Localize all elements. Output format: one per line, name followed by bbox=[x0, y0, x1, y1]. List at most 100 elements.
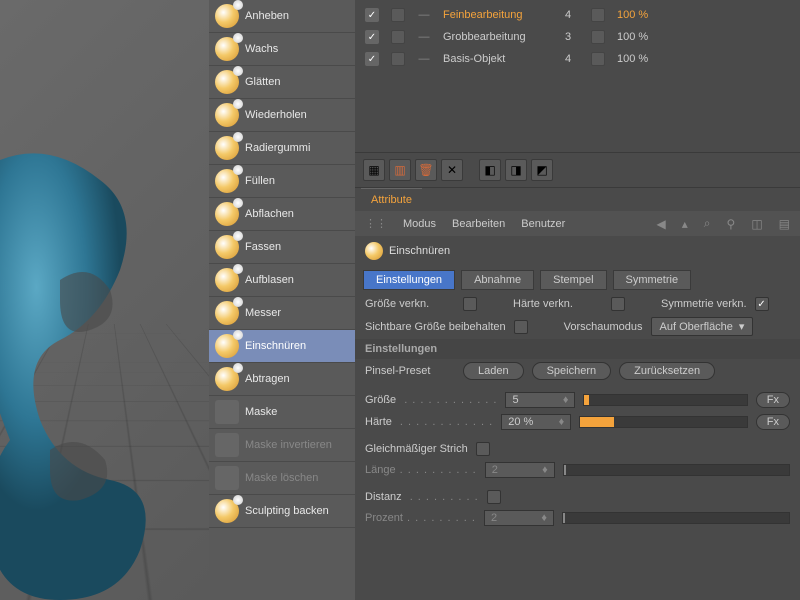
fx-haerte[interactable]: Fx bbox=[756, 414, 790, 430]
input-prozent[interactable]: 2♦ bbox=[484, 510, 554, 526]
tool-fassen[interactable]: Fassen bbox=[209, 231, 355, 264]
btn-speichern[interactable]: Speichern bbox=[532, 362, 612, 380]
lock-icon[interactable]: ⚲ bbox=[727, 217, 736, 231]
menu-bearbeiten[interactable]: Bearbeiten bbox=[452, 218, 505, 230]
slider-haerte[interactable] bbox=[579, 416, 748, 428]
icon-b[interactable]: ◨ bbox=[505, 159, 527, 181]
layer-box2[interactable] bbox=[591, 52, 605, 66]
opt2-icon[interactable]: ▤ bbox=[779, 217, 790, 231]
btn-zuruecksetzen[interactable]: Zurücksetzen bbox=[619, 362, 715, 380]
tool-icon bbox=[215, 37, 239, 61]
object-icon bbox=[365, 242, 383, 260]
tool-sculpting-backen[interactable]: Sculpting backen bbox=[209, 495, 355, 528]
tool-maske-invertieren[interactable]: Maske invertieren bbox=[209, 429, 355, 462]
row-prozent: Prozent . . . . . . . . . 2♦ bbox=[355, 507, 800, 529]
tool-label: Sculpting backen bbox=[245, 505, 329, 517]
layer-row[interactable]: ✓—Grobbearbeitung3100 % bbox=[365, 26, 790, 48]
layer-box2[interactable] bbox=[591, 8, 605, 22]
tool-icon bbox=[215, 334, 239, 358]
icon-add-layer[interactable]: ▦ bbox=[363, 159, 385, 181]
tool-wachs[interactable]: Wachs bbox=[209, 33, 355, 66]
layer-box2[interactable] bbox=[591, 30, 605, 44]
tab-header: Attribute bbox=[355, 188, 800, 211]
layer-box1[interactable] bbox=[391, 8, 405, 22]
icon-c[interactable]: ◩ bbox=[531, 159, 553, 181]
3d-viewport[interactable] bbox=[0, 0, 209, 600]
tool-aufblasen[interactable]: Aufblasen bbox=[209, 264, 355, 297]
opt1-icon[interactable]: ◫ bbox=[751, 217, 762, 231]
tool-icon bbox=[215, 466, 239, 490]
search-icon[interactable]: ⌕ bbox=[704, 216, 711, 231]
tool-füllen[interactable]: Füllen bbox=[209, 165, 355, 198]
slider-groesse[interactable] bbox=[583, 394, 747, 406]
btn-laden[interactable]: Laden bbox=[463, 362, 524, 380]
icon-folder[interactable]: ▥ bbox=[389, 159, 411, 181]
cb-symmetrie-verkn[interactable]: ✓ bbox=[755, 297, 769, 311]
layer-row[interactable]: ✓—Basis-Objekt4100 % bbox=[365, 48, 790, 70]
grip-icon: ⋮⋮ bbox=[365, 217, 387, 230]
cb-gleichmaessig[interactable] bbox=[476, 442, 490, 456]
cb-haerte-verkn[interactable] bbox=[611, 297, 625, 311]
tool-icon bbox=[215, 235, 239, 259]
layer-dash: — bbox=[417, 53, 431, 65]
row-preset: Pinsel-Preset Laden Speichern Zurücksetz… bbox=[355, 359, 800, 383]
tool-maske[interactable]: Maske bbox=[209, 396, 355, 429]
layer-box1[interactable] bbox=[391, 52, 405, 66]
subtab-einstellungen[interactable]: Einstellungen bbox=[363, 270, 455, 290]
tool-label: Wachs bbox=[245, 43, 278, 55]
lbl-groesse: Größe bbox=[365, 394, 396, 406]
input-haerte[interactable]: 20 %♦ bbox=[501, 414, 571, 430]
layer-table: ✓—Feinbearbeitung4100 %✓—Grobbearbeitung… bbox=[355, 0, 800, 74]
layer-box1[interactable] bbox=[391, 30, 405, 44]
object-name: Einschnüren bbox=[389, 245, 450, 257]
tool-label: Radiergummi bbox=[245, 142, 310, 154]
tool-label: Messer bbox=[245, 307, 281, 319]
lbl-laenge: Länge . . . . . . . . . . bbox=[365, 464, 477, 476]
tool-icon bbox=[215, 499, 239, 523]
layer-visible-checkbox[interactable]: ✓ bbox=[365, 30, 379, 44]
cb-distanz[interactable] bbox=[487, 490, 501, 504]
tool-label: Füllen bbox=[245, 175, 275, 187]
tool-icon bbox=[215, 136, 239, 160]
lbl-groesse-verkn: Größe verkn. bbox=[365, 298, 455, 310]
subtab-symmetrie[interactable]: Symmetrie bbox=[613, 270, 692, 290]
menu-bar: ⋮⋮ Modus Bearbeiten Benutzer ◀ ▴ ⌕ ⚲ ◫ ▤ bbox=[355, 211, 800, 236]
sub-tabs: Einstellungen Abnahme Stempel Symmetrie bbox=[355, 266, 800, 294]
tool-glätten[interactable]: Glätten bbox=[209, 66, 355, 99]
trash-icon[interactable]: 🗑 bbox=[415, 159, 437, 181]
tool-maske-löschen[interactable]: Maske löschen bbox=[209, 462, 355, 495]
chevron-down-icon: ▾ bbox=[739, 320, 745, 333]
input-laenge[interactable]: 2♦ bbox=[485, 462, 555, 478]
up-icon[interactable]: ▴ bbox=[682, 217, 688, 231]
tool-wiederholen[interactable]: Wiederholen bbox=[209, 99, 355, 132]
dd-vorschaumodus[interactable]: Auf Oberfläche▾ bbox=[651, 317, 754, 336]
tool-abflachen[interactable]: Abflachen bbox=[209, 198, 355, 231]
input-groesse[interactable]: 5♦ bbox=[505, 392, 575, 408]
tool-messer[interactable]: Messer bbox=[209, 297, 355, 330]
fx-groesse[interactable]: Fx bbox=[756, 392, 790, 408]
tab-attribute[interactable]: Attribute bbox=[361, 188, 422, 211]
menu-benutzer[interactable]: Benutzer bbox=[521, 218, 565, 230]
sculpt-mesh bbox=[0, 140, 209, 600]
layer-visible-checkbox[interactable]: ✓ bbox=[365, 52, 379, 66]
layer-opacity: 100 % bbox=[617, 9, 667, 21]
tool-abtragen[interactable]: Abtragen bbox=[209, 363, 355, 396]
tool-anheben[interactable]: Anheben bbox=[209, 0, 355, 33]
cb-sichtbare-groesse[interactable] bbox=[514, 320, 528, 334]
layer-visible-checkbox[interactable]: ✓ bbox=[365, 8, 379, 22]
slider-laenge[interactable] bbox=[563, 464, 790, 476]
tool-radiergummi[interactable]: Radiergummi bbox=[209, 132, 355, 165]
tool-einschnüren[interactable]: Einschnüren bbox=[209, 330, 355, 363]
layer-level: 3 bbox=[565, 31, 579, 43]
back-icon[interactable]: ◀ bbox=[657, 217, 666, 231]
menu-modus[interactable]: Modus bbox=[403, 218, 436, 230]
subtab-stempel[interactable]: Stempel bbox=[540, 270, 606, 290]
subtab-abnahme[interactable]: Abnahme bbox=[461, 270, 534, 290]
slider-prozent[interactable] bbox=[562, 512, 790, 524]
row-distanz: Distanz . . . . . . . . . bbox=[355, 487, 800, 507]
icon-a[interactable]: ◧ bbox=[479, 159, 501, 181]
tool-label: Einschnüren bbox=[245, 340, 306, 352]
cb-groesse-verkn[interactable] bbox=[463, 297, 477, 311]
icon-x1[interactable]: ✕ bbox=[441, 159, 463, 181]
layer-row[interactable]: ✓—Feinbearbeitung4100 % bbox=[365, 4, 790, 26]
